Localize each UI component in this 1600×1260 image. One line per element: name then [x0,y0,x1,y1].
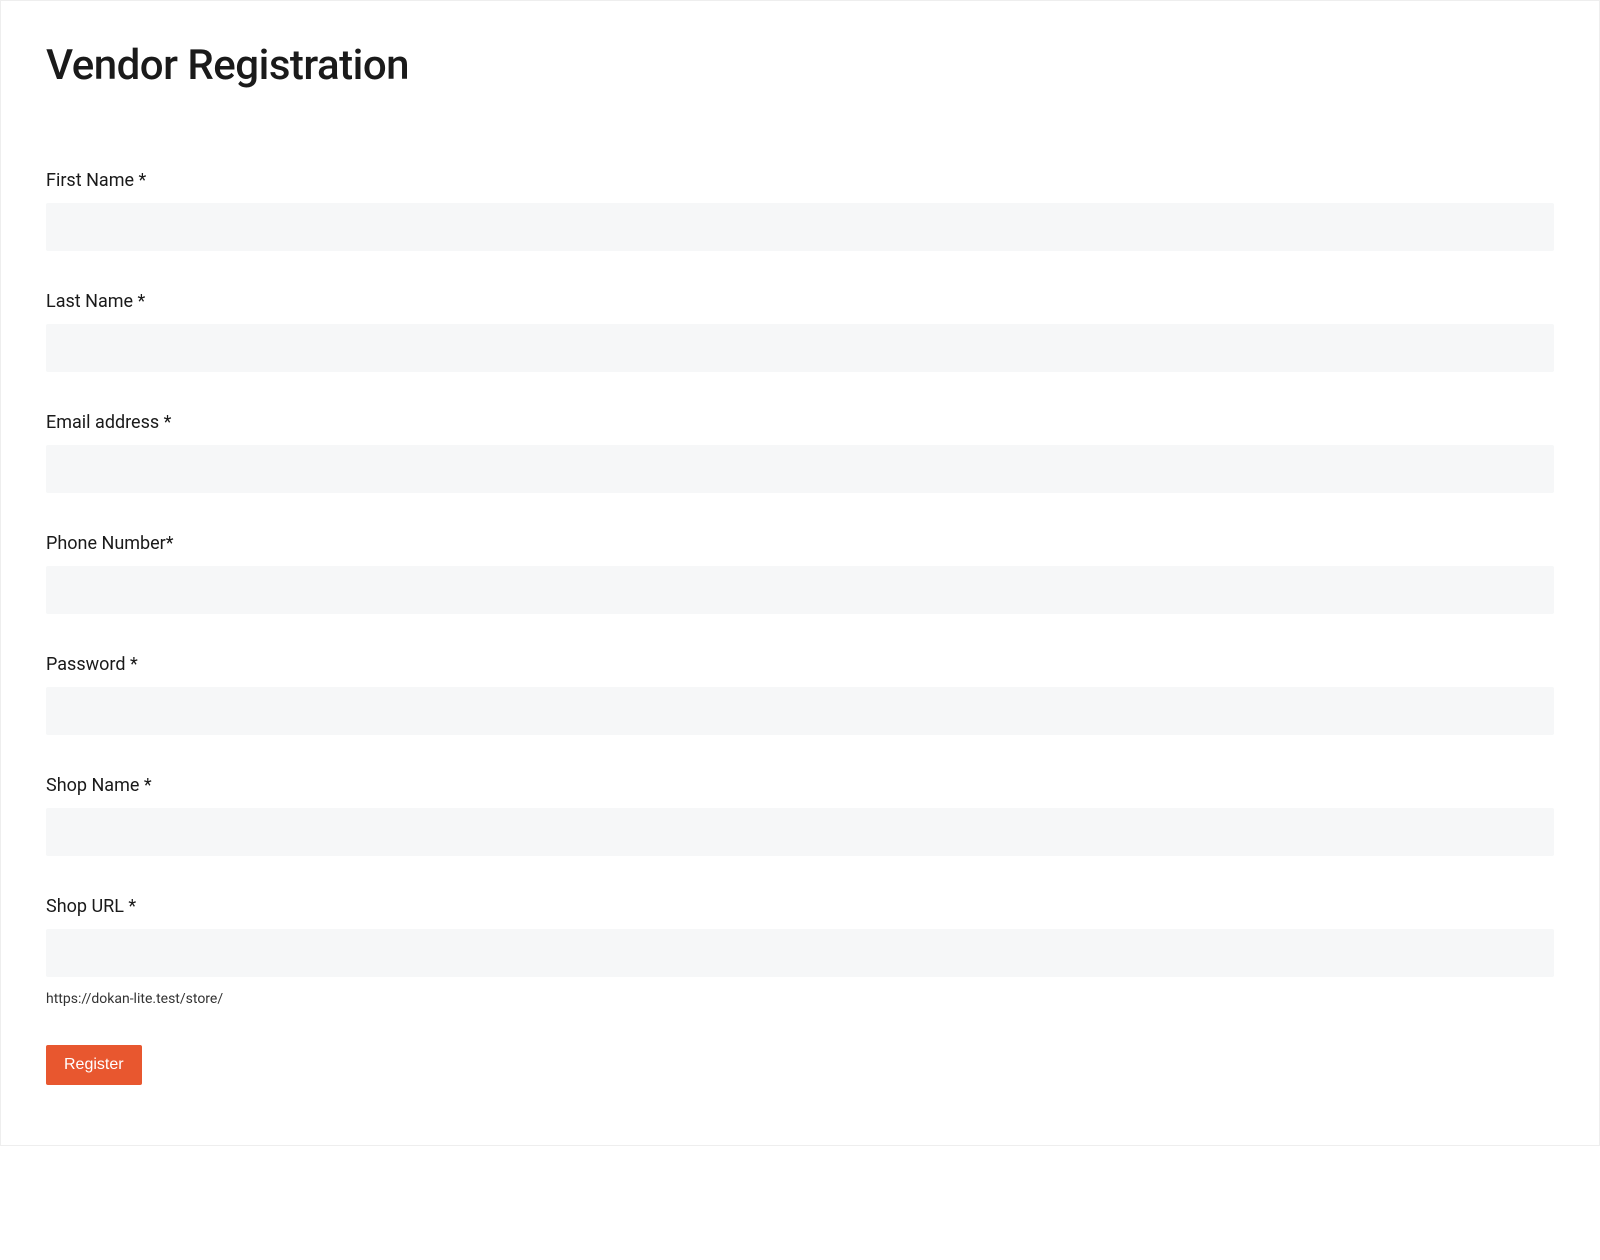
email-label: Email address * [46,412,1554,433]
shop-name-label: Shop Name * [46,775,1554,796]
vendor-registration-form: First Name * Last Name * Email address *… [46,170,1554,1085]
page-title: Vendor Registration [46,41,1554,90]
register-button[interactable]: Register [46,1045,142,1085]
shop-url-helper: https://dokan-lite.test/store/ [46,991,1554,1007]
shop-name-group: Shop Name * [46,775,1554,856]
phone-group: Phone Number* [46,533,1554,614]
last-name-group: Last Name * [46,291,1554,372]
password-input[interactable] [46,687,1554,735]
first-name-label: First Name * [46,170,1554,191]
phone-input[interactable] [46,566,1554,614]
shop-url-input[interactable] [46,929,1554,977]
last-name-label: Last Name * [46,291,1554,312]
registration-container: Vendor Registration First Name * Last Na… [0,0,1600,1146]
last-name-input[interactable] [46,324,1554,372]
email-input[interactable] [46,445,1554,493]
phone-label: Phone Number* [46,533,1554,554]
password-group: Password * [46,654,1554,735]
shop-url-group: Shop URL * https://dokan-lite.test/store… [46,896,1554,1007]
first-name-input[interactable] [46,203,1554,251]
shop-url-label: Shop URL * [46,896,1554,917]
first-name-group: First Name * [46,170,1554,251]
email-group: Email address * [46,412,1554,493]
password-label: Password * [46,654,1554,675]
shop-name-input[interactable] [46,808,1554,856]
